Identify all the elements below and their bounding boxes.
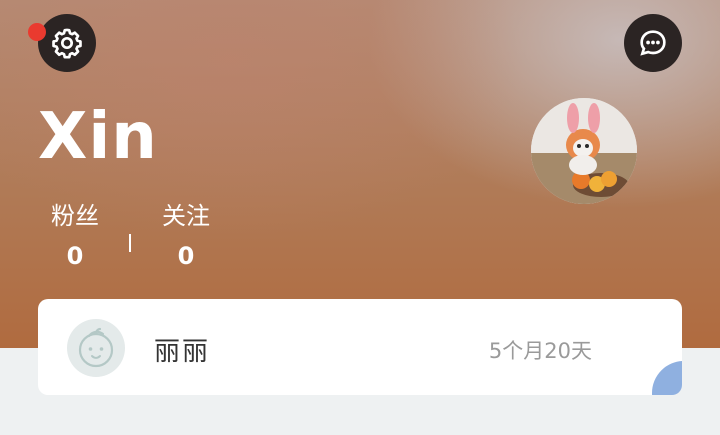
username: Xin (38, 100, 158, 174)
stat-divider (129, 234, 131, 252)
baby-card[interactable]: 丽丽 5个月20天 (38, 299, 682, 395)
fans-stat[interactable]: 粉丝 0 (45, 202, 105, 272)
baby-name: 丽丽 (154, 337, 211, 367)
follow-stat[interactable]: 关注 0 (156, 202, 216, 272)
follow-label: 关注 (162, 202, 210, 230)
fans-label: 粉丝 (51, 202, 99, 230)
card-avatar (67, 319, 125, 377)
messages-button[interactable] (624, 14, 682, 72)
user-avatar[interactable] (531, 98, 637, 204)
chat-bubble-icon (640, 30, 666, 56)
notification-badge (28, 23, 46, 41)
baby-age: 5个月20天 (488, 339, 592, 363)
corner-accent (652, 361, 682, 395)
follow-count: 0 (177, 242, 195, 270)
fans-count: 0 (66, 242, 84, 270)
settings-button[interactable] (38, 14, 96, 72)
baby-face-icon (78, 327, 114, 368)
avatar-photo (531, 98, 637, 204)
gear-icon (52, 28, 82, 59)
